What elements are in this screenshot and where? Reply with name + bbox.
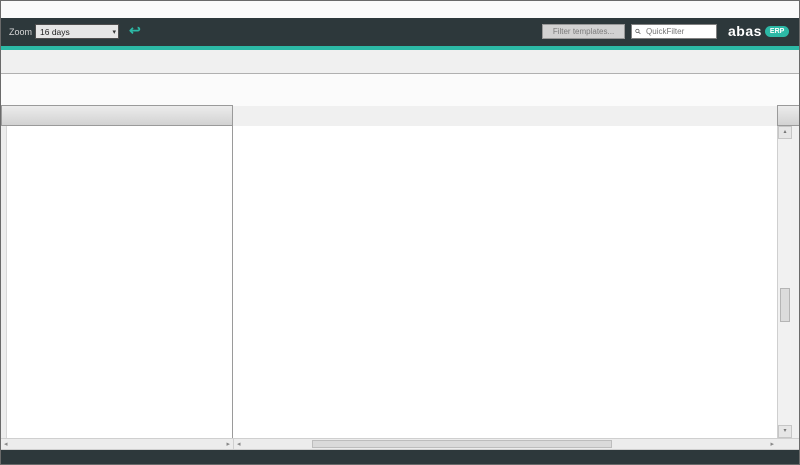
vertical-scroll-thumb[interactable]: [780, 288, 790, 322]
scroll-down-button[interactable]: ▾: [778, 425, 792, 438]
scroll-right-icon[interactable]: ▸: [226, 440, 230, 449]
gantt-header: [1, 105, 799, 126]
filter-templates-button[interactable]: Filter templates...: [542, 24, 625, 39]
scroll-left-icon[interactable]: ◂: [237, 440, 241, 449]
abas-logo: abas ERP: [728, 23, 789, 39]
status-bar: [1, 450, 800, 464]
abas-logo-text: abas: [728, 23, 762, 39]
scroll-up-button[interactable]: ▴: [778, 126, 792, 139]
scroll-right-icon[interactable]: ▸: [770, 440, 774, 449]
erp-badge: ERP: [765, 26, 789, 37]
work-order-info-panel: [1, 73, 799, 106]
toolbar: Zoom 16 days ▾ ↩ Filter templates... aba…: [1, 18, 799, 46]
scroll-left-icon[interactable]: ◂: [4, 440, 8, 449]
chevron-down-icon: ▾: [112, 26, 116, 40]
chart-horizontal-scrollbar[interactable]: ◂ ▸: [234, 439, 777, 449]
app-window: Zoom 16 days ▾ ↩ Filter templates... aba…: [0, 0, 800, 465]
gantt-grid: [233, 126, 777, 438]
panel-divider: [232, 126, 233, 438]
horizontal-scrollbars: ◂ ▸ ◂ ▸: [1, 438, 800, 450]
zoom-label: Zoom: [9, 27, 32, 37]
zoom-select-value: 16 days: [40, 27, 70, 37]
search-icon: [635, 27, 641, 36]
horizontal-scroll-thumb[interactable]: [312, 440, 612, 448]
header-corner: [777, 105, 800, 126]
table-header-blank: [1, 105, 233, 126]
quickfilter-input[interactable]: [644, 26, 716, 37]
undo-icon[interactable]: ↩: [129, 22, 141, 39]
tab-bar: [3, 56, 799, 73]
vertical-scrollbar[interactable]: ▴ ▾: [777, 126, 791, 438]
menubar: [1, 1, 799, 18]
row-gutter: [1, 126, 7, 438]
table-horizontal-scrollbar[interactable]: ◂ ▸: [1, 439, 234, 449]
accent-stripe: [1, 46, 799, 50]
gantt-body: [1, 126, 777, 438]
quickfilter-box[interactable]: [631, 24, 717, 39]
zoom-select[interactable]: 16 days ▾: [35, 24, 119, 39]
